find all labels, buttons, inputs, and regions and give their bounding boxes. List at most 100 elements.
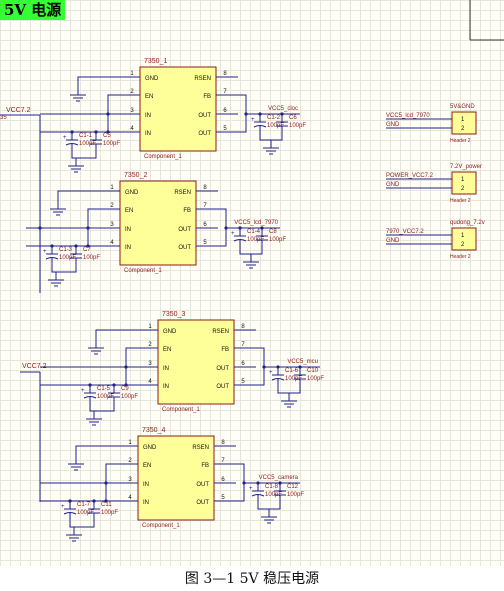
capacitor-value: 100pF [269, 237, 286, 243]
net-label-output: VCC5_lcd_7970 [234, 220, 278, 226]
capacitor-value: 100pF [289, 123, 306, 129]
header-title: 5V&GND [450, 104, 475, 110]
cap-ground-wire [257, 503, 281, 510]
pin-number: 1 [148, 324, 152, 330]
pin-name: IN [163, 366, 169, 372]
pin-name: FB [221, 347, 229, 353]
pin-name: OUT [198, 113, 211, 119]
capacitor-ref: C8 [269, 229, 277, 235]
pin-name: IN [145, 131, 151, 137]
header-net: VCC5_lcd_7970 [386, 113, 430, 119]
pin-name: GND [145, 76, 159, 82]
pin-number: 5 [221, 495, 225, 501]
pin-name: EN [163, 347, 171, 353]
polarity-mark: + [61, 504, 65, 510]
regulator-name: 7350_3 [162, 311, 185, 318]
regulator-component: Component_1 [142, 523, 180, 529]
figure-caption: 图 3—1 5V 稳压电源 [184, 571, 320, 587]
pin-number: 8 [241, 324, 245, 330]
pin-name: RSEN [192, 445, 209, 451]
capacitor-value: 100pF [101, 510, 118, 516]
schematic-canvas: 7350_1 Component_1 1 GND 2 EN 3 IN 4 IN 8 RSEN 7 FB 6 O… [0, 0, 504, 542]
capacitor-ref: C12 [287, 484, 299, 490]
cap-ground-wire [239, 248, 263, 255]
pin-number: 2 [128, 458, 132, 464]
capacitor-ref: C5 [103, 133, 111, 139]
pin-number: 6 [203, 222, 207, 228]
pin-name: RSEN [174, 190, 191, 196]
pin-name: OUT [178, 245, 191, 251]
capacitor-ref: C1-2 [267, 115, 281, 121]
pin-number: 6 [241, 361, 245, 367]
net-label-input: VCC7.2 [22, 363, 47, 370]
pin-number: 7 [241, 342, 245, 348]
capacitor-ref: C7 [83, 247, 91, 253]
pin-number: 1 [128, 440, 132, 446]
pin-name: OUT [196, 500, 209, 506]
capacitor-ref: C1-1 [79, 133, 93, 139]
regulator-component: Component_1 [144, 154, 182, 160]
pin-number: 3 [128, 477, 132, 483]
pin-number: 4 [128, 495, 132, 501]
cap-ground-wire [69, 521, 95, 528]
polarity-mark: + [231, 231, 235, 237]
pin-number: 2 [110, 203, 114, 209]
pin-name: RSEN [194, 76, 211, 82]
gnd-wire [75, 445, 116, 456]
capacitor-ref: C1-8 [265, 484, 279, 490]
header-title: 7.2V_power [450, 164, 482, 170]
edge-label: 35 [0, 115, 7, 121]
pin-number: 8 [203, 185, 207, 191]
pin-name: OUT [178, 227, 191, 233]
pin-name: EN [143, 463, 151, 469]
regulator-name: 7350_4 [142, 427, 165, 434]
capacitor-value: 100pF [83, 255, 100, 261]
pin-name: RSEN [212, 329, 229, 335]
header-title: qudong_7.2v [450, 220, 485, 226]
pin-name: IN [143, 482, 149, 488]
header-net: GND [386, 122, 400, 128]
net-label-output: VCC5_cloc [268, 106, 298, 112]
pin-name: IN [125, 227, 131, 233]
gnd-wire [57, 190, 98, 201]
pin-name: OUT [198, 131, 211, 137]
pin-name: IN [145, 113, 151, 119]
net-label-output: VCC5_camera [259, 475, 299, 481]
cap-ground-wire [89, 405, 115, 412]
net-label-output: VCC5_mcu [287, 359, 318, 365]
capacitor-ref: C9 [121, 386, 129, 392]
capacitor-ref: C1-5 [97, 386, 111, 392]
capacitor-ref: C1-3 [59, 247, 73, 253]
pin-number: 6 [223, 108, 227, 114]
header-sub: Header 2 [450, 198, 471, 204]
polarity-mark: + [269, 370, 273, 376]
schematic-sheet: 5V 电源 7350_1 Component_1 1 GND 2 EN 3 IN 4 IN 8 RSE… [0, 0, 504, 566]
header-net: 7970_VCC7.2 [386, 229, 424, 235]
pin-number: 6 [221, 477, 225, 483]
pin-name: EN [125, 208, 133, 214]
polarity-mark: + [81, 388, 85, 394]
cap-ground-wire [277, 387, 301, 394]
capacitor-ref: C1-4 [247, 229, 261, 235]
regulator-name: 7350_2 [124, 172, 147, 179]
pin-number: 1 [110, 185, 114, 191]
pin-number: 3 [148, 361, 152, 367]
regulator-name: 7350_1 [144, 58, 167, 65]
pin-name: OUT [216, 366, 229, 372]
pin-name: EN [145, 94, 153, 100]
pin-name: FB [203, 94, 211, 100]
pin-name: GND [143, 445, 157, 451]
header-net: GND [386, 238, 400, 244]
cap-ground-wire [71, 152, 97, 159]
header-net: GND [386, 182, 400, 188]
pin-number: 5 [203, 240, 207, 246]
pin-number: 7 [203, 203, 207, 209]
pin-number: 2 [148, 342, 152, 348]
regulator-component: Component_1 [162, 407, 200, 413]
sheet-title: 5V 电源 [0, 0, 66, 20]
pin-number: 4 [148, 379, 152, 385]
polarity-mark: + [63, 135, 67, 141]
capacitor-ref: C10 [307, 368, 319, 374]
pin-number: 4 [130, 126, 134, 132]
pin-name: GND [125, 190, 139, 196]
